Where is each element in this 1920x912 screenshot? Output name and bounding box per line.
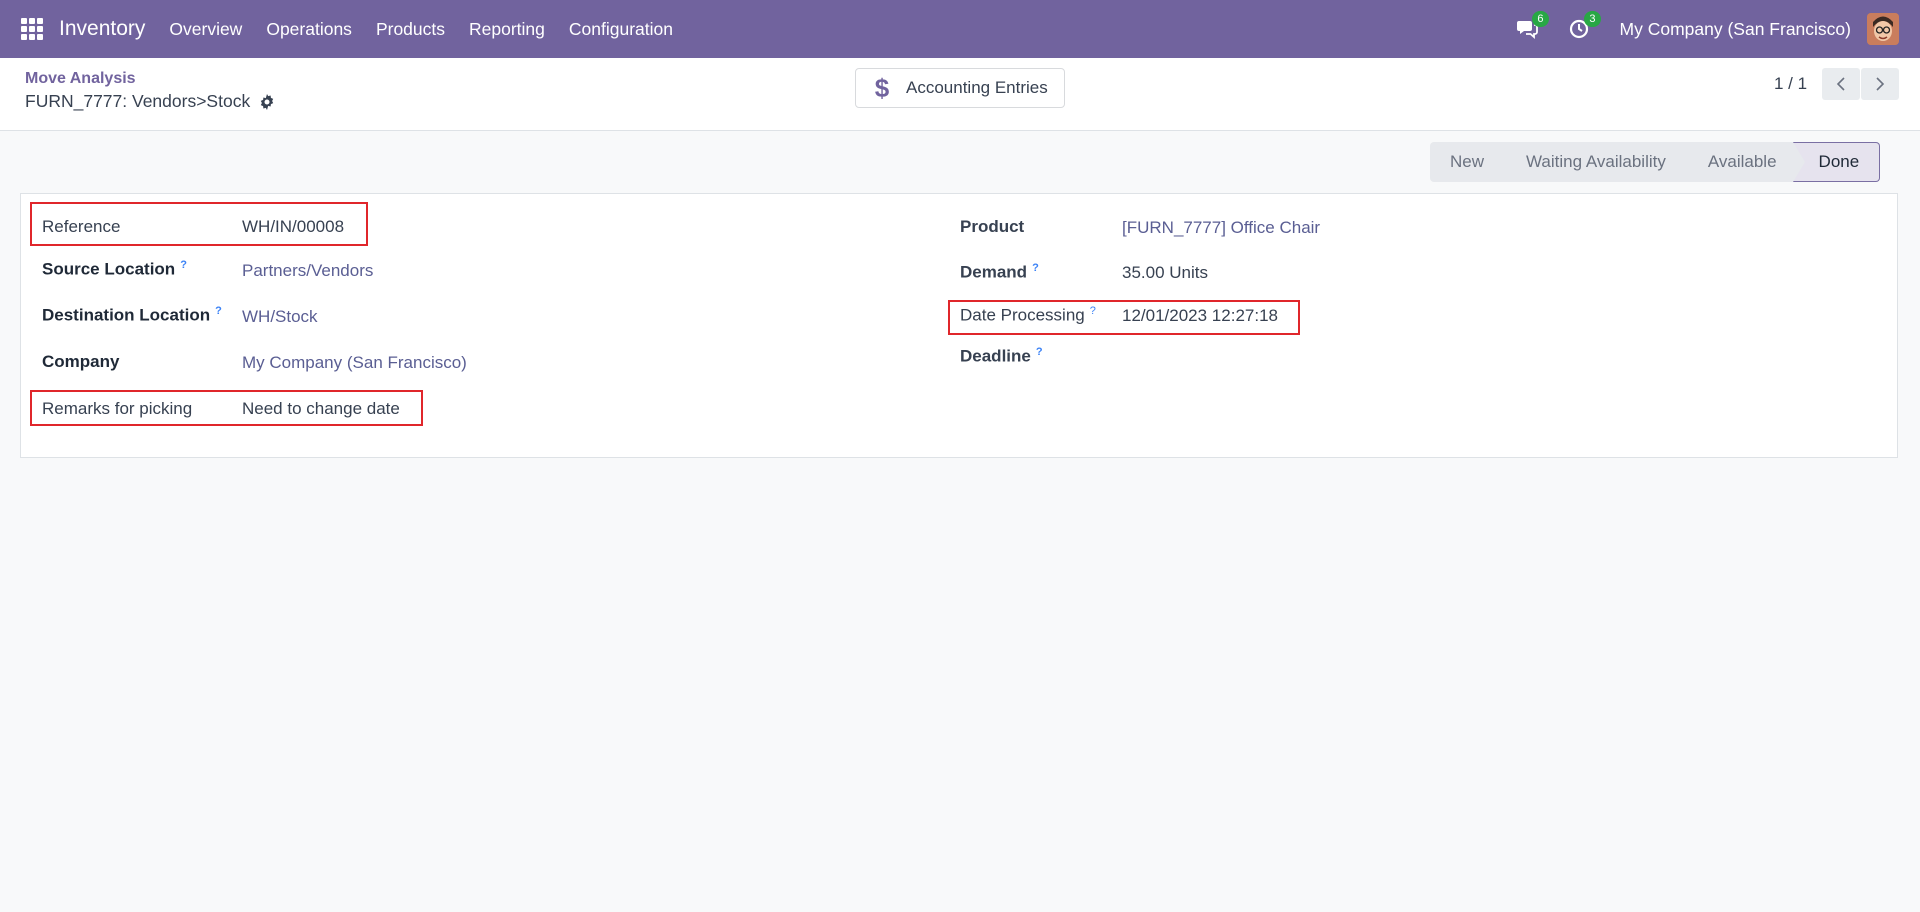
stage-new[interactable]: New xyxy=(1430,142,1513,182)
demand-label: Demand? xyxy=(960,262,1039,283)
remarks-value[interactable]: Need to change date xyxy=(242,399,400,419)
stage-available-label: Available xyxy=(1707,152,1777,171)
deadline-help-icon[interactable]: ? xyxy=(1036,346,1043,358)
pager-next-button[interactable] xyxy=(1861,68,1899,100)
pager-value[interactable]: 1 / 1 xyxy=(1774,74,1807,94)
reference-label: Reference xyxy=(42,217,121,236)
menu-products[interactable]: Products xyxy=(364,19,457,40)
destination-location-label-text: Destination Location xyxy=(42,305,211,325)
reference-value: WH/IN/00008 xyxy=(242,217,345,236)
accounting-entries-label: Accounting Entries xyxy=(906,78,1048,97)
deadline-label: Deadline? xyxy=(960,346,1043,367)
date-processing-label: Date Processing? xyxy=(960,305,1096,326)
remarks-label: Remarks for picking xyxy=(42,399,193,418)
menu-overview[interactable]: Overview xyxy=(157,19,254,40)
menu-configuration[interactable]: Configuration xyxy=(557,19,685,40)
activities-clock-icon[interactable]: 3 xyxy=(1564,11,1601,44)
app-brand[interactable]: Inventory xyxy=(59,17,145,41)
source-location-value[interactable]: Partners/Vendors xyxy=(242,261,373,281)
messages-badge: 6 xyxy=(1532,11,1549,27)
record-title-text: FURN_7777: Vendors>Stock xyxy=(25,91,251,111)
product-value[interactable]: [FURN_7777] Office Chair xyxy=(1122,218,1320,238)
demand-help-icon[interactable]: ? xyxy=(1032,262,1039,274)
stage-waiting-availability[interactable]: Waiting Availability xyxy=(1500,142,1694,182)
stage-done[interactable]: Done xyxy=(1792,142,1881,182)
demand-value: 35.00 Units xyxy=(1122,263,1208,282)
stage-done-label: Done xyxy=(1818,152,1860,171)
accounting-entries-button[interactable]: $ Accounting Entries xyxy=(855,68,1065,108)
form-sheet: Reference WH/IN/00008 Source Location? P… xyxy=(20,193,1898,458)
destination-location-value[interactable]: WH/Stock xyxy=(242,307,318,327)
messages-icon[interactable]: 6 xyxy=(1512,11,1549,44)
product-label: Product xyxy=(960,217,1025,236)
dollar-icon: $ xyxy=(874,72,890,103)
company-value[interactable]: My Company (San Francisco) xyxy=(242,353,467,373)
navbar-systray: 6 3 My Company (San Francisco) xyxy=(1512,0,1920,58)
destination-location-help-icon[interactable]: ? xyxy=(215,305,222,317)
activities-badge: 3 xyxy=(1584,11,1601,27)
deadline-label-text: Deadline xyxy=(960,346,1031,366)
chevron-left-icon xyxy=(1836,77,1845,91)
company-switcher[interactable]: My Company (San Francisco) xyxy=(1620,19,1851,40)
user-avatar[interactable] xyxy=(1867,13,1899,45)
date-processing-value[interactable]: 12/01/2023 12:27:18 xyxy=(1122,306,1278,326)
gear-icon[interactable] xyxy=(259,93,275,110)
stage-available[interactable]: Available xyxy=(1681,142,1805,182)
record-title: FURN_7777: Vendors>Stock xyxy=(25,91,275,112)
pager-previous-button[interactable] xyxy=(1822,68,1860,100)
source-location-help-icon[interactable]: ? xyxy=(180,259,187,271)
stage-new-label: New xyxy=(1450,152,1485,171)
demand-label-text: Demand xyxy=(960,262,1028,282)
menu-reporting[interactable]: Reporting xyxy=(457,19,557,40)
control-panel: Move Analysis FURN_7777: Vendors>Stock $… xyxy=(0,58,1920,131)
date-processing-label-text: Date Processing xyxy=(960,305,1085,325)
breadcrumb-move-analysis[interactable]: Move Analysis xyxy=(25,70,136,88)
destination-location-label: Destination Location? xyxy=(42,305,222,326)
menu-operations[interactable]: Operations xyxy=(254,19,364,40)
top-navbar: Inventory Overview Operations Products R… xyxy=(0,0,1920,58)
stage-waiting-label: Waiting Availability xyxy=(1526,152,1666,171)
date-processing-help-icon[interactable]: ? xyxy=(1090,305,1096,317)
source-location-label-text: Source Location xyxy=(42,259,176,279)
apps-menu-icon[interactable] xyxy=(21,18,43,40)
chevron-right-icon xyxy=(1876,77,1885,91)
company-label: Company xyxy=(42,352,120,371)
source-location-label: Source Location? xyxy=(42,259,187,280)
status-bar: New Waiting Availability Available Done xyxy=(1430,142,1881,182)
